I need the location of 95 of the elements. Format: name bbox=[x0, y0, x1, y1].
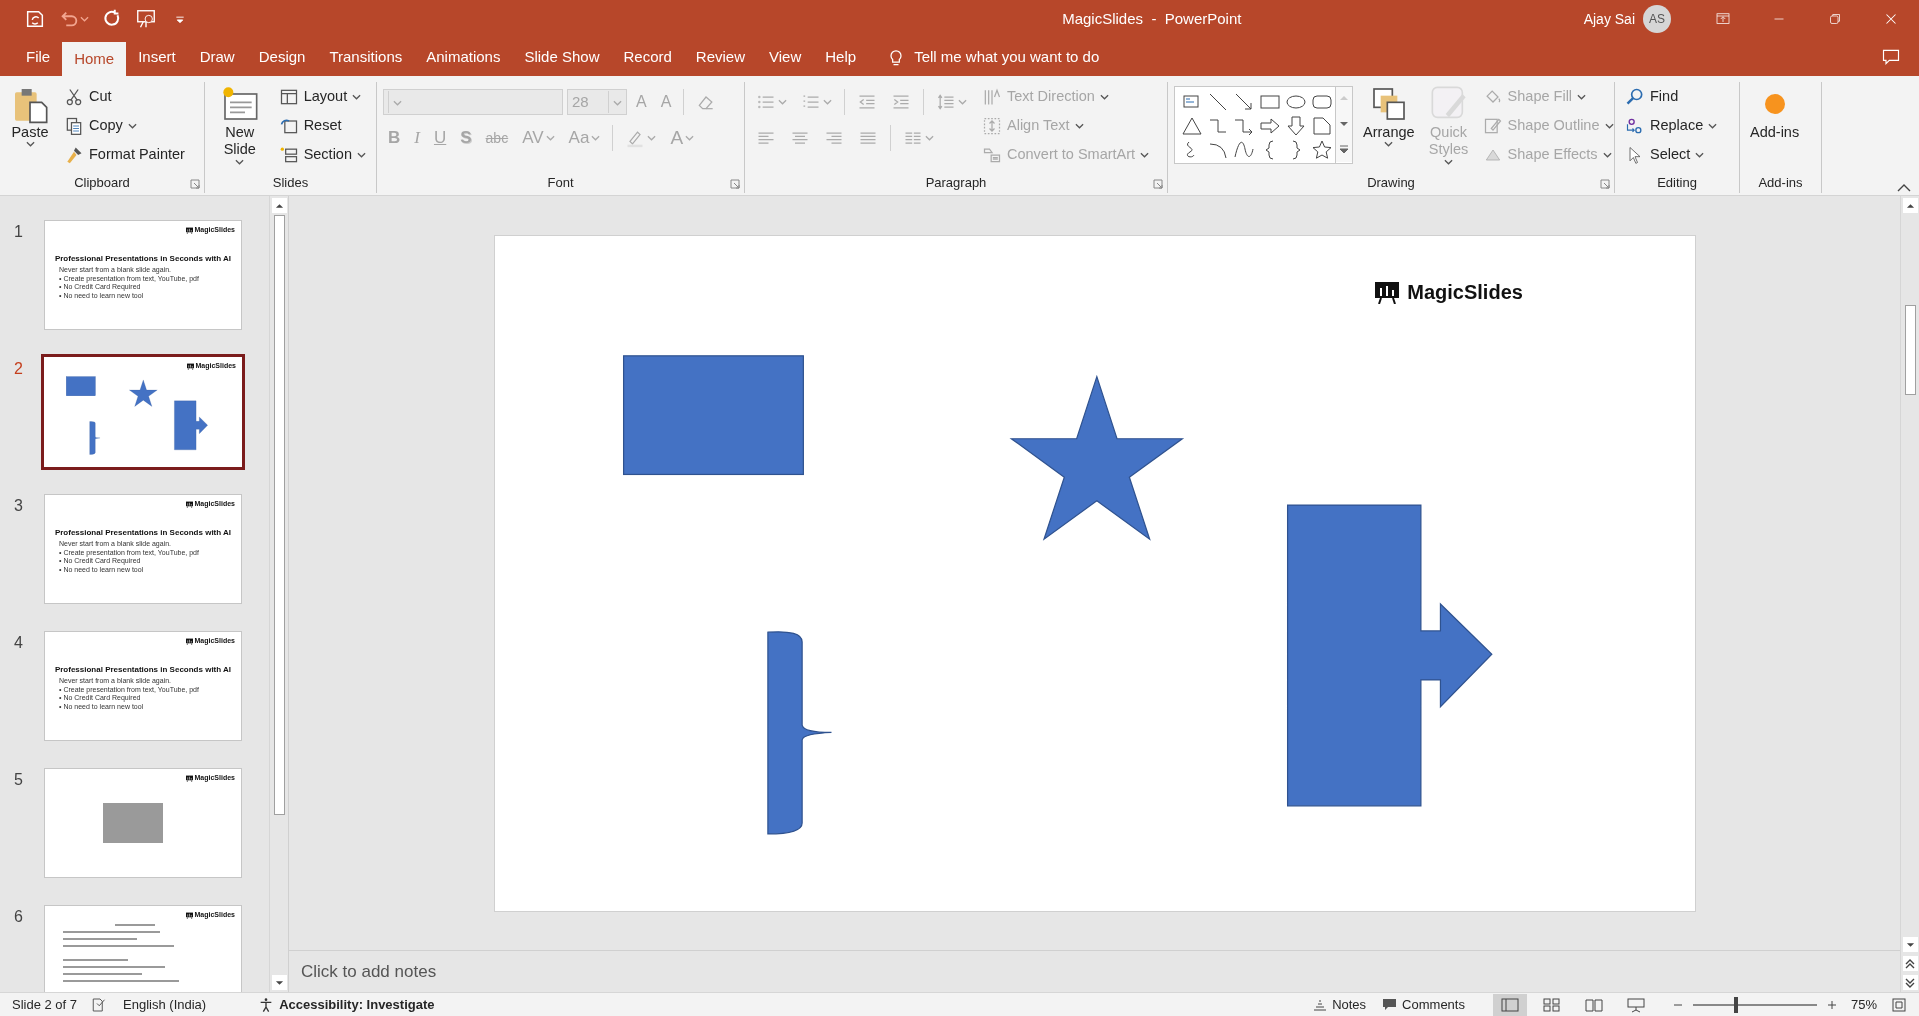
logo-icon bbox=[185, 637, 193, 645]
next-slide-icon[interactable] bbox=[1905, 977, 1915, 988]
notes-icon bbox=[1313, 998, 1328, 1011]
slide-number: 1 bbox=[13, 222, 24, 242]
slide-number: 5 bbox=[13, 770, 24, 790]
ribbon-tab[interactable]: Review bbox=[683, 38, 758, 76]
group-label: Clipboard bbox=[74, 174, 130, 192]
reading-view-icon[interactable] bbox=[1583, 996, 1604, 1013]
ribbon-button[interactable]: Add-ins bbox=[1746, 82, 1804, 144]
fit-slide-icon[interactable] bbox=[1891, 996, 1907, 1013]
ribbon-button[interactable]: Arrange bbox=[1359, 82, 1419, 150]
zoom-slider-thumb[interactable] bbox=[1734, 996, 1739, 1013]
ribbon-tab[interactable]: Insert bbox=[126, 38, 188, 76]
ribbon-tab[interactable]: File bbox=[14, 38, 63, 76]
slide-sorter-icon[interactable] bbox=[1541, 996, 1562, 1013]
line-spacing-icon bbox=[936, 92, 956, 112]
dialog-launcher-icon[interactable] bbox=[1153, 179, 1163, 189]
slide-number: 6 bbox=[13, 907, 24, 927]
ribbon-button[interactable]: Layout bbox=[274, 82, 370, 111]
ribbon-button[interactable]: Reset bbox=[274, 111, 370, 140]
ribbon-button[interactable]: Section bbox=[274, 140, 370, 169]
caret-icon bbox=[80, 16, 89, 22]
zoom-in-icon[interactable] bbox=[1826, 999, 1837, 1010]
ribbon-tab[interactable]: Help bbox=[813, 38, 869, 76]
caret-icon bbox=[393, 99, 402, 106]
logo-icon bbox=[185, 774, 193, 782]
ribbon-tab[interactable]: View bbox=[757, 38, 814, 76]
user-name: Ajay Sai bbox=[1583, 9, 1635, 29]
avatar[interactable]: AS bbox=[1643, 5, 1671, 33]
group-label: Editing bbox=[1657, 174, 1697, 192]
slide-counter: Slide 2 of 7 bbox=[12, 995, 78, 1014]
zoom-level[interactable]: 75% bbox=[1850, 994, 1877, 1015]
slide-show-icon[interactable] bbox=[1625, 996, 1646, 1013]
group-label: Paragraph bbox=[925, 174, 987, 192]
slide-title: Professional Presentations in Seconds with AI bbox=[53, 664, 233, 676]
group-label: Add-ins bbox=[1758, 174, 1803, 192]
ribbon-button[interactable]: Copy bbox=[60, 111, 189, 140]
scroll-thumb[interactable] bbox=[273, 215, 285, 815]
logo-text: MagicSlides bbox=[1407, 280, 1523, 306]
collapse-ribbon-icon[interactable] bbox=[1897, 183, 1911, 193]
copy-icon bbox=[64, 115, 84, 136]
dialog-launcher-icon[interactable] bbox=[730, 179, 740, 189]
scroll-up-icon[interactable] bbox=[1905, 202, 1915, 209]
ribbon-button[interactable]: Cut bbox=[60, 82, 189, 111]
logo-icon bbox=[185, 500, 193, 508]
comment-icon bbox=[1382, 998, 1398, 1011]
autosave-icon[interactable] bbox=[24, 8, 46, 30]
presenter-icon[interactable] bbox=[135, 8, 157, 30]
ribbon-button[interactable]: Select bbox=[1621, 140, 1722, 169]
group-label: Font bbox=[547, 174, 574, 192]
photo-placeholder bbox=[103, 803, 163, 843]
ribbon-tab[interactable]: Transitions bbox=[317, 38, 415, 76]
window-title: MagicSlides - PowerPoint bbox=[1061, 8, 1243, 29]
accessibility-status[interactable]: Accessibility: Investigate bbox=[254, 993, 439, 1016]
slide-title: Professional Presentations in Seconds with AI bbox=[53, 527, 233, 539]
gallery-expand-icon[interactable] bbox=[1338, 143, 1350, 156]
language-status[interactable]: English (India) bbox=[123, 994, 207, 1015]
scroll-down-icon[interactable] bbox=[1905, 941, 1915, 948]
ribbon-tab[interactable]: Slide Show bbox=[512, 38, 612, 76]
ribbon-tab[interactable]: Animations bbox=[414, 38, 513, 76]
tell-me-search[interactable]: Tell me what you want to do bbox=[914, 45, 1100, 69]
ribbon-button[interactable]: Replace bbox=[1621, 111, 1722, 140]
highlighter-icon bbox=[625, 128, 646, 148]
scissors-icon bbox=[64, 86, 84, 107]
caret-icon bbox=[613, 99, 622, 106]
comments-button[interactable]: Comments bbox=[1378, 990, 1469, 1016]
group-label: Slides bbox=[272, 174, 309, 192]
comment-icon[interactable] bbox=[1881, 47, 1901, 67]
scroll-thumb[interactable] bbox=[1904, 305, 1916, 395]
scroll-down-icon[interactable] bbox=[274, 979, 284, 986]
align-text-icon bbox=[982, 115, 1002, 136]
ribbon-tab[interactable]: Design bbox=[246, 38, 318, 76]
search-icon bbox=[1625, 86, 1645, 107]
ribbon-tab[interactable]: Draw bbox=[187, 38, 247, 76]
logo-icon bbox=[185, 226, 193, 234]
notes-button[interactable]: Notes bbox=[1309, 990, 1371, 1016]
slide-number: 2 bbox=[13, 359, 24, 379]
slide-title: Professional Presentations in Seconds with AI bbox=[53, 253, 233, 265]
ribbon-tab[interactable]: Record bbox=[611, 38, 684, 76]
ribbon-tab[interactable]: Home bbox=[62, 42, 127, 76]
logo-icon bbox=[1375, 280, 1400, 305]
normal-view-icon[interactable] bbox=[1499, 996, 1520, 1013]
logo-icon bbox=[186, 362, 194, 370]
group-label: Drawing bbox=[1367, 174, 1415, 192]
slide-number: 4 bbox=[13, 633, 24, 653]
logo-icon bbox=[185, 911, 193, 919]
ribbon-button[interactable]: Paste bbox=[6, 82, 54, 150]
dialog-launcher-icon[interactable] bbox=[1600, 179, 1610, 189]
previous-slide-icon[interactable] bbox=[1905, 958, 1915, 969]
ribbon-button[interactable]: New Slide bbox=[211, 82, 269, 167]
scroll-up-icon[interactable] bbox=[274, 202, 284, 209]
slide-number: 3 bbox=[13, 496, 24, 516]
ribbon-button[interactable]: Find bbox=[1621, 82, 1722, 111]
dialog-launcher-icon[interactable] bbox=[190, 179, 200, 189]
ribbon-button[interactable]: Format Painter bbox=[60, 140, 189, 169]
